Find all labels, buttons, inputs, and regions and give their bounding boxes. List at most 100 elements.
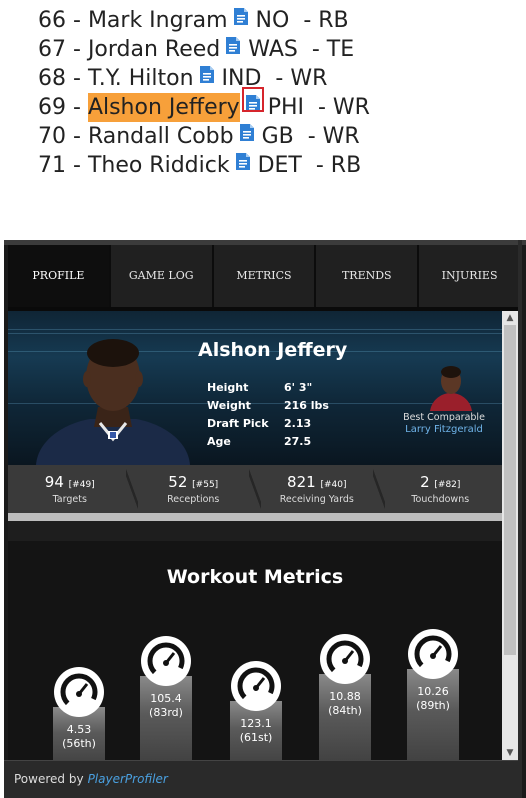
stat-receiving-yards: 821 [#40] Receiving Yards bbox=[249, 465, 379, 513]
player-name-link[interactable]: Alshon Jeffery bbox=[87, 93, 240, 122]
list-item: 70 - Randall Cobb GB - WR bbox=[38, 120, 370, 149]
bio-value: 6' 3" bbox=[284, 381, 313, 394]
rank-number: 70 bbox=[38, 124, 66, 149]
list-item: 67 - Jordan Reed WAS - TE bbox=[38, 33, 370, 62]
widget-footer: Powered by PlayerProfiler bbox=[4, 760, 518, 798]
bio-row: Draft Pick 2.13 bbox=[207, 415, 329, 433]
team: WAS bbox=[248, 37, 298, 62]
stat-label: Receiving Yards bbox=[279, 494, 354, 505]
bio-row: Weight 216 lbs bbox=[207, 397, 329, 415]
metric-percentile: (56th) bbox=[62, 737, 96, 750]
position: RB bbox=[330, 153, 362, 178]
bio-label: Height bbox=[207, 381, 249, 394]
workout-metric: 4.53 (56th) bbox=[53, 541, 105, 760]
player-name-link[interactable]: T.Y. Hilton bbox=[88, 64, 194, 93]
stat-label: Touchdowns bbox=[411, 494, 470, 505]
position: TE bbox=[326, 37, 355, 62]
player-bio: Height 6' 3" Weight 216 lbs Draft Pick 2.13… bbox=[207, 379, 329, 451]
metric-value: 10.26 bbox=[417, 685, 449, 698]
player-hero: Alshon Jeffery Height 6' 3" Weight 216 lbs… bbox=[8, 311, 502, 465]
metric-bar bbox=[407, 669, 459, 760]
stat-rank: [#40] bbox=[320, 480, 347, 490]
player-name: Alshon Jeffery bbox=[198, 339, 348, 361]
team: NO bbox=[255, 8, 290, 33]
bio-label: Draft Pick bbox=[207, 417, 269, 430]
section-gap bbox=[8, 521, 502, 541]
metric-value: 123.1 bbox=[240, 717, 272, 730]
bio-label: Age bbox=[207, 435, 231, 448]
stat-receptions: 52 [#55] Receptions bbox=[125, 465, 256, 513]
tab-game-log[interactable]: GAME LOG bbox=[110, 245, 214, 307]
player-name-link[interactable]: Mark Ingram bbox=[88, 6, 228, 35]
widget-edge bbox=[518, 240, 522, 798]
stat-value: 52 bbox=[168, 473, 188, 491]
best-comparable-label: Best Comparable bbox=[403, 412, 485, 423]
scrollbar[interactable]: ▲ ▼ bbox=[502, 311, 518, 760]
bio-row: Height 6' 3" bbox=[207, 379, 329, 397]
workout-metric: 123.1 (61st) bbox=[230, 541, 282, 760]
metric-value: 4.53 bbox=[66, 723, 92, 736]
document-icon[interactable] bbox=[199, 62, 214, 83]
team: DET bbox=[257, 153, 302, 178]
document-icon[interactable] bbox=[233, 4, 248, 25]
list-item: 68 - T.Y. Hilton IND - WR bbox=[38, 62, 370, 91]
player-name-link[interactable]: Jordan Reed bbox=[88, 35, 220, 64]
metric-percentile: (84th) bbox=[328, 704, 362, 717]
position: WR bbox=[332, 95, 370, 120]
player-name-link[interactable]: Theo Riddick bbox=[88, 151, 230, 180]
workout-metric: 10.26 (89th) bbox=[407, 541, 459, 760]
player-profiler-link[interactable]: PlayerProfiler bbox=[88, 772, 168, 786]
rank-number: 67 bbox=[38, 37, 66, 62]
scroll-down-arrow[interactable]: ▼ bbox=[502, 746, 518, 760]
stat-rank: [#55] bbox=[192, 480, 219, 490]
team: PHI bbox=[267, 95, 304, 120]
stat-label: Receptions bbox=[167, 494, 220, 505]
player-name-link[interactable]: Randall Cobb bbox=[88, 122, 234, 151]
tab-trends[interactable]: TRENDS bbox=[316, 245, 420, 307]
metric-value: 10.88 bbox=[329, 690, 361, 703]
metric-percentile: (89th) bbox=[416, 699, 450, 712]
stat-rank: [#49] bbox=[68, 480, 95, 490]
bio-row: Age 27.5 bbox=[207, 433, 329, 451]
stat-rank: [#82] bbox=[434, 480, 461, 490]
speedometer-icon bbox=[408, 629, 458, 679]
tab-metrics[interactable]: METRICS bbox=[213, 245, 317, 307]
tab-injuries[interactable]: INJURIES bbox=[419, 245, 522, 307]
comparable-player-photo bbox=[430, 366, 472, 411]
powered-by-label: Powered by bbox=[14, 772, 84, 786]
stat-value: 94 bbox=[44, 473, 64, 491]
scroll-up-arrow[interactable]: ▲ bbox=[502, 311, 518, 325]
season-stats: 94 [#49] Targets 52 [#55] Receptions 821… bbox=[8, 465, 502, 513]
stat-value: 2 bbox=[420, 473, 430, 491]
bio-value: 2.13 bbox=[284, 417, 312, 430]
list-item: 71 - Theo Riddick DET - RB bbox=[38, 149, 370, 178]
ranking-list: 66 - Mark Ingram NO - RB 67 - Jordan Reed… bbox=[38, 4, 370, 178]
tab-profile[interactable]: PROFILE bbox=[8, 245, 111, 307]
speedometer-icon bbox=[54, 667, 104, 717]
rank-number: 71 bbox=[38, 153, 66, 178]
document-icon[interactable] bbox=[241, 87, 264, 112]
team: GB bbox=[261, 124, 294, 149]
rank-number: 69 bbox=[38, 95, 66, 120]
metric-percentile: (61st) bbox=[239, 731, 273, 744]
metric-percentile: (83rd) bbox=[149, 706, 183, 719]
stat-touchdowns: 2 [#82] Touchdowns bbox=[372, 465, 503, 513]
metric-value: 105.4 bbox=[150, 692, 182, 705]
best-comparable-link[interactable]: Larry Fitzgerald bbox=[392, 424, 496, 435]
workout-metrics: Workout Metrics 4.53 (56th) 105.4 (83rd) 123… bbox=[8, 541, 502, 760]
team: IND bbox=[221, 66, 262, 91]
stat-value: 821 bbox=[287, 473, 316, 491]
document-icon[interactable] bbox=[226, 33, 241, 54]
document-icon[interactable] bbox=[235, 149, 250, 170]
position: RB bbox=[318, 8, 349, 33]
scroll-thumb[interactable] bbox=[504, 325, 516, 655]
document-icon[interactable] bbox=[239, 120, 254, 141]
section-divider bbox=[8, 513, 502, 521]
list-item: 66 - Mark Ingram NO - RB bbox=[38, 4, 370, 33]
stat-label: Targets bbox=[52, 494, 87, 505]
bio-value: 27.5 bbox=[284, 435, 312, 448]
stat-targets: 94 [#49] Targets bbox=[8, 465, 132, 513]
player-photo bbox=[36, 339, 190, 465]
powered-by: Powered by PlayerProfiler bbox=[14, 772, 168, 786]
position: WR bbox=[290, 66, 328, 91]
